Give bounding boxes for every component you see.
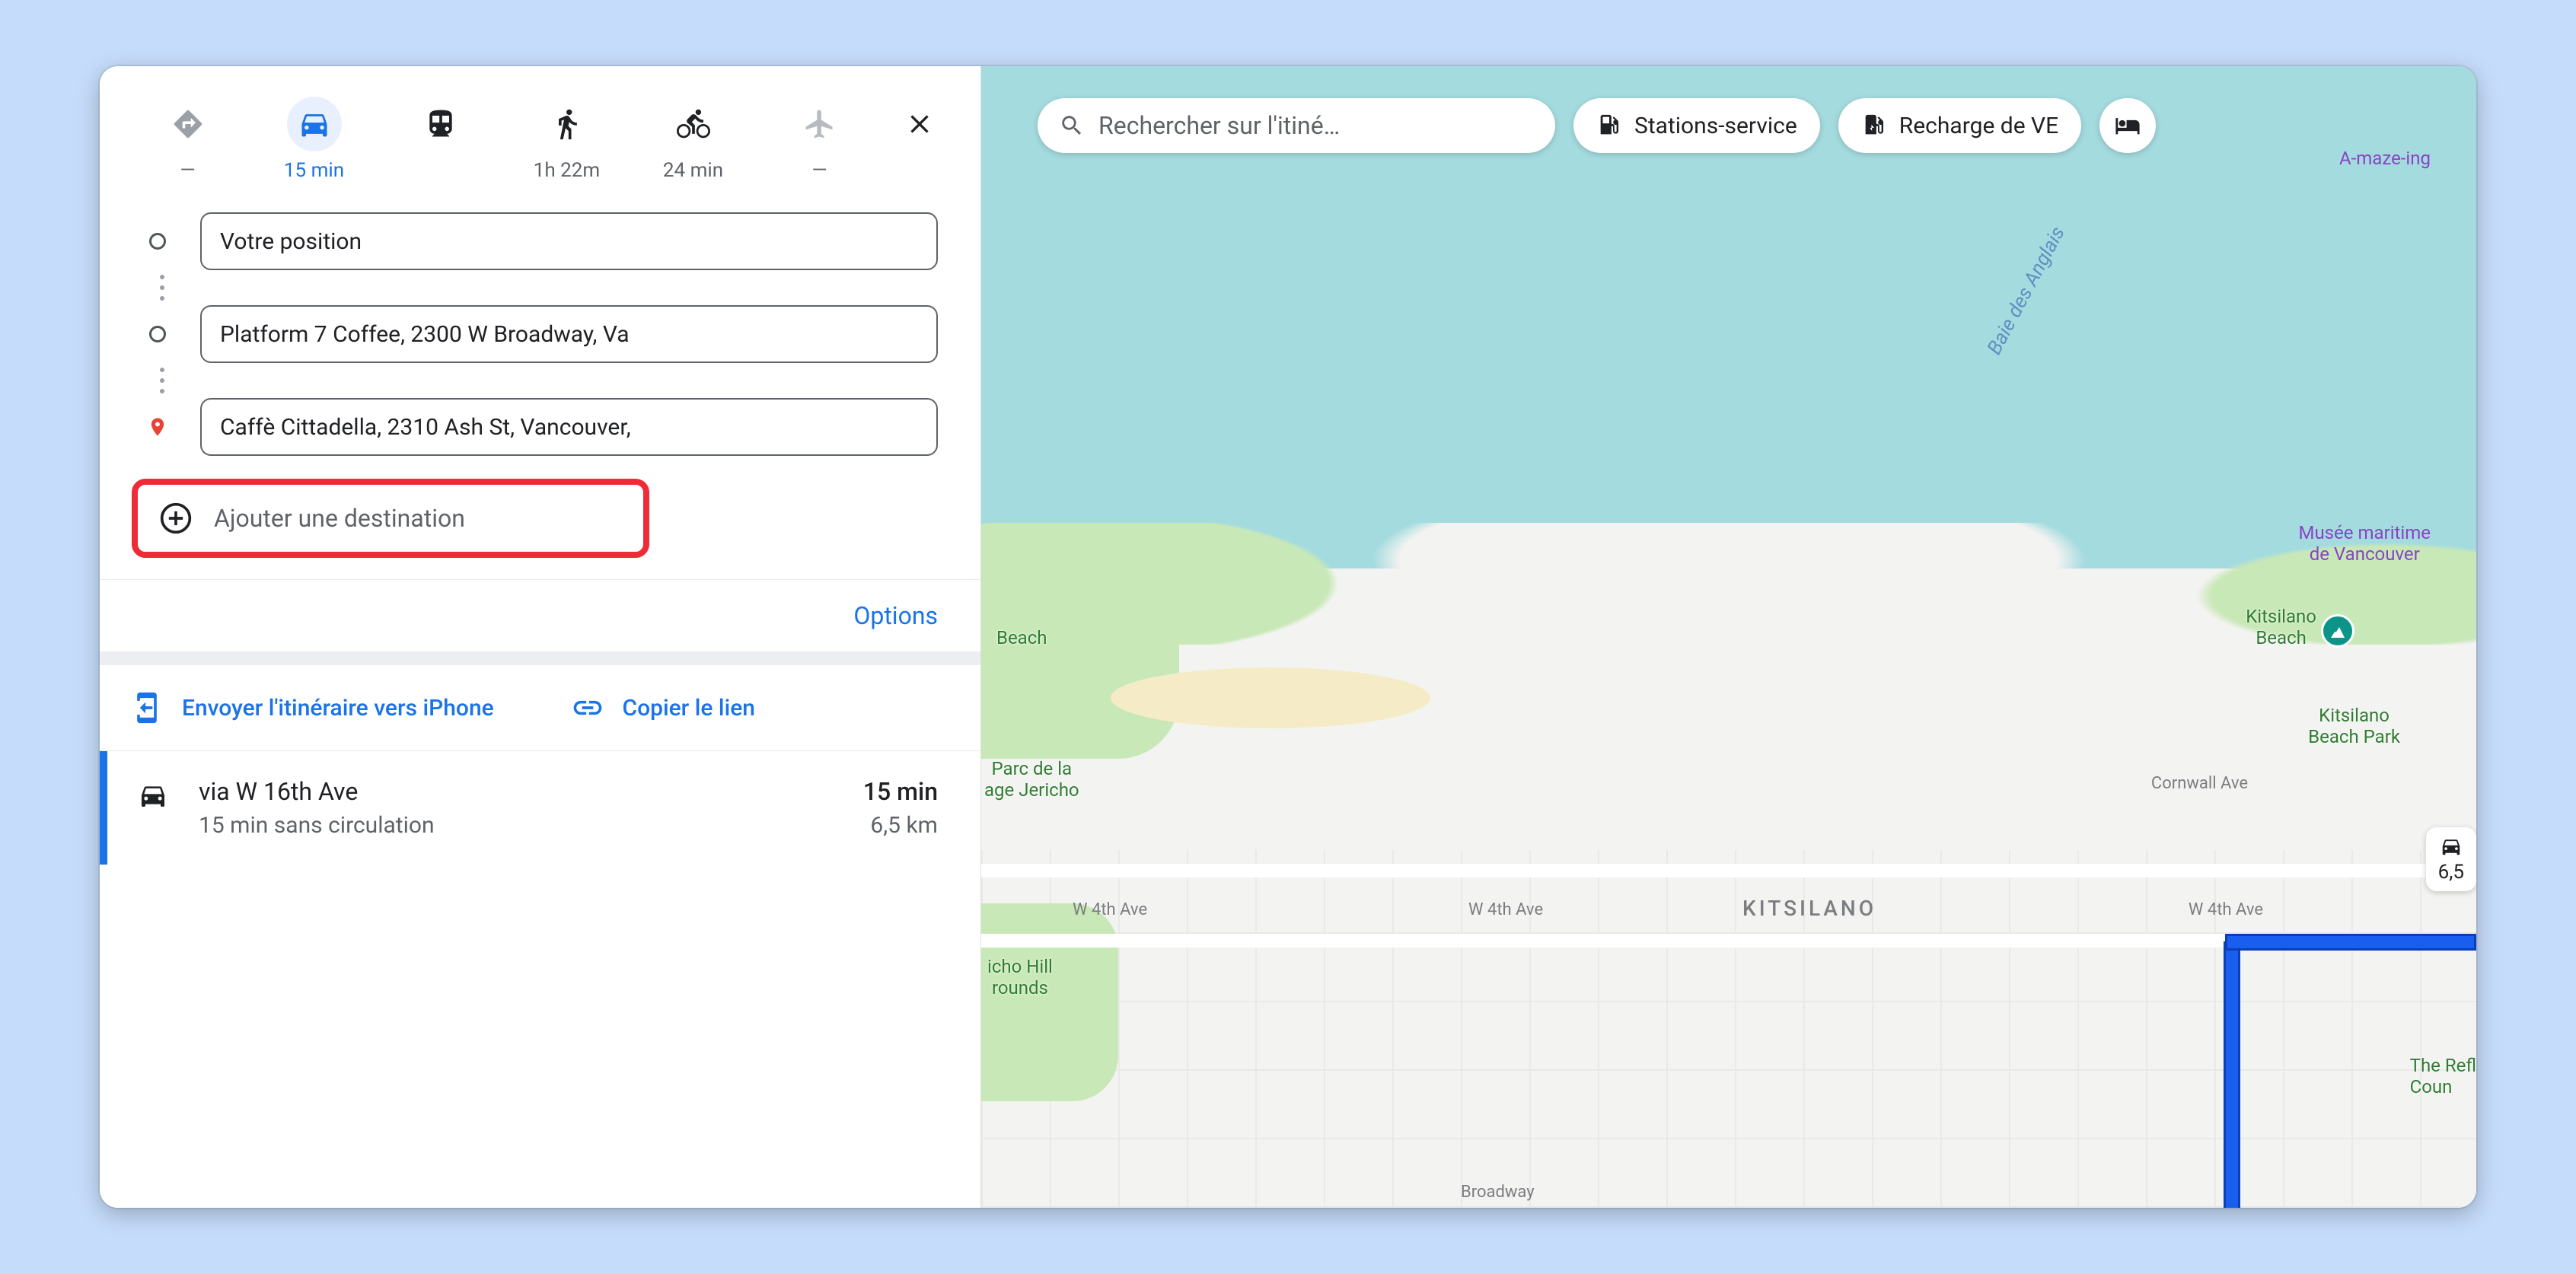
route-subtitle: 15 min sans circulation (199, 812, 863, 839)
link-icon (571, 691, 604, 725)
mode-time-label: 15 min (284, 159, 344, 182)
action-label: Copier le lien (623, 693, 755, 723)
road (981, 864, 2476, 877)
mode-bike[interactable]: 24 min (652, 97, 735, 182)
close-button[interactable] (904, 97, 935, 139)
mode-car[interactable]: 15 min (273, 97, 356, 182)
ev-station-icon (1861, 113, 1887, 139)
action-label: Envoyer l'itinéraire vers iPhone (182, 693, 494, 723)
park-label: Beach (996, 628, 1047, 649)
poi-marker[interactable] (2321, 614, 2354, 648)
street-label: W 4th Ave (2189, 900, 2263, 919)
travel-mode-row: — 15 min 1h 22m (100, 66, 980, 200)
park-label: Kitsilano Beach (2246, 607, 2316, 648)
route-time: 15 min (863, 777, 938, 806)
options-link[interactable]: Options (100, 579, 980, 651)
waypoint-end: Caffè Cittadella, 2310 Ash St, Vancouver… (142, 398, 938, 456)
route-duration-bubble[interactable]: 6,5 (2426, 827, 2476, 891)
chip-ev-charging[interactable]: Recharge de VE (1838, 98, 2081, 153)
waypoint-start: Votre position (142, 212, 938, 270)
car-icon (107, 777, 199, 811)
beach-area (1111, 667, 1430, 728)
chip-label: Recharge de VE (1899, 113, 2058, 139)
search-along-route[interactable]: Rechercher sur l'itiné… (1038, 98, 1555, 153)
share-actions: Envoyer l'itinéraire vers iPhone Copier … (100, 665, 980, 751)
water-label: Baie des Anglais (1983, 223, 2070, 358)
add-destination-button[interactable]: Ajouter une destination (132, 479, 649, 558)
route-polyline (2225, 934, 2476, 951)
park-label: icho Hill rounds (987, 957, 1053, 998)
add-destination-label: Ajouter une destination (214, 504, 465, 533)
send-to-phone-button[interactable]: Envoyer l'itinéraire vers iPhone (100, 665, 540, 750)
destination-pin-icon (142, 413, 173, 441)
plane-icon (792, 97, 847, 151)
park-label: Parc de la age Jericho (984, 759, 1079, 801)
mode-time-label: — (180, 159, 195, 182)
stop-marker-icon (142, 326, 173, 342)
mode-time-label: — (811, 159, 827, 182)
walk-icon (540, 97, 595, 151)
mode-time-label: 1h 22m (534, 159, 600, 182)
street-label: W 4th Ave (1073, 900, 1147, 919)
district-label: KITSILANO (1742, 896, 1876, 921)
poi-label: A-maze-ing (2339, 148, 2431, 170)
street-label: Cornwall Ave (2151, 774, 2248, 793)
park-label: Kitsilano Beach Park (2308, 705, 2400, 747)
mode-time-label: 24 min (663, 159, 723, 182)
copy-link-button[interactable]: Copier le lien (540, 665, 981, 750)
mode-walk[interactable]: 1h 22m (525, 97, 609, 182)
map-canvas[interactable]: Baie des Anglais A-maze-ing Musée mariti… (981, 66, 2476, 1208)
route-summary[interactable]: via W 16th Ave 15 min sans circulation 1… (100, 751, 980, 865)
bike-icon (666, 97, 721, 151)
origin-marker-icon (142, 233, 173, 250)
waypoint-mid: Platform 7 Coffee, 2300 W Broadway, Va (142, 305, 938, 363)
park-area (981, 584, 1179, 759)
route-polyline (2224, 941, 2240, 1208)
route-title: via W 16th Ave (199, 777, 863, 806)
divider (100, 651, 980, 665)
car-icon (287, 97, 342, 151)
park-label: The Refl Coun (2410, 1056, 2476, 1097)
gas-pump-icon (1596, 113, 1622, 139)
street-label: W 4th Ave (1468, 900, 1543, 919)
directions-panel: — 15 min 1h 22m (100, 66, 981, 1208)
street-label: Broadway (1461, 1183, 1535, 1202)
hotel-icon (2115, 113, 2141, 139)
waypoint-input[interactable]: Votre position (200, 212, 938, 270)
mode-best[interactable]: — (146, 97, 230, 182)
route-distance: 6,5 km (863, 812, 938, 839)
waypoint-input[interactable]: Platform 7 Coffee, 2300 W Broadway, Va (200, 305, 938, 363)
app-frame: — 15 min 1h 22m (100, 66, 2476, 1208)
chip-hotels[interactable] (2099, 98, 2156, 153)
search-placeholder: Rechercher sur l'itiné… (1098, 111, 1340, 140)
chip-label: Stations-service (1634, 113, 1797, 139)
mode-transit[interactable] (399, 97, 483, 159)
directions-icon (161, 97, 215, 151)
mode-flight[interactable]: — (778, 97, 862, 182)
waypoint-input[interactable]: Caffè Cittadella, 2310 Ash St, Vancouver… (200, 398, 938, 456)
search-icon (1059, 113, 1085, 139)
phone-send-icon (130, 691, 164, 725)
car-icon (2440, 835, 2463, 858)
map-top-chips: Rechercher sur l'itiné… Stations-service… (1038, 98, 2156, 153)
transit-icon (413, 97, 468, 151)
land-area (981, 569, 2476, 1208)
chip-gas-stations[interactable]: Stations-service (1573, 98, 1820, 153)
park-area (981, 903, 1118, 1101)
waypoints-list: Votre position Platform 7 Coffee, 2300 W… (100, 200, 980, 465)
plus-circle-icon (159, 502, 193, 535)
duration-value: 6,5 (2438, 861, 2464, 884)
poi-label: Musée maritime de Vancouver (2298, 523, 2431, 565)
